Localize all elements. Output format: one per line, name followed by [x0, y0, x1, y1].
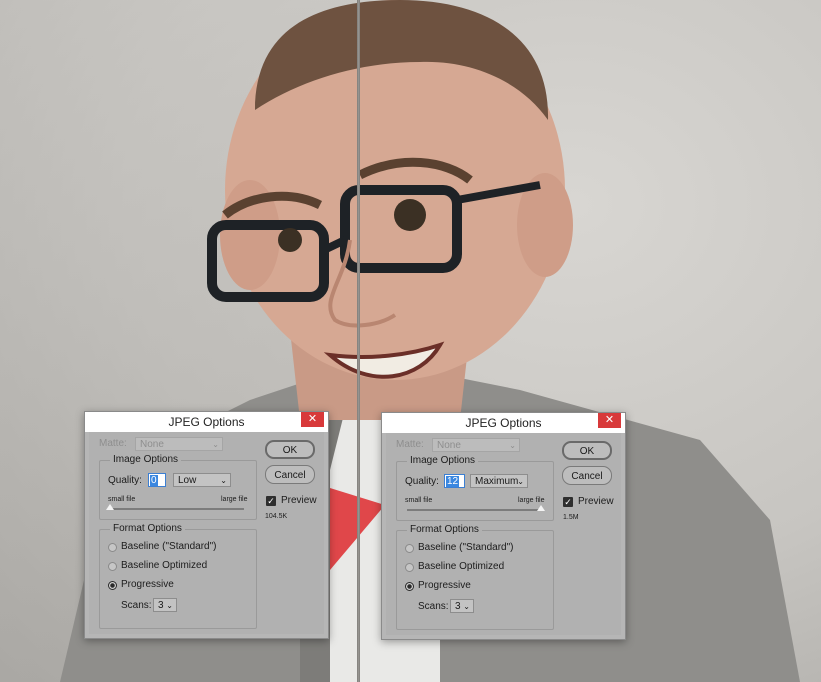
quality-label: Quality: [108, 475, 142, 486]
chevron-down-icon: ⌄ [212, 440, 219, 449]
dialog-body: Matte: None ⌄ Image Options Quality: 12 … [386, 433, 621, 635]
format-options-legend: Format Options [110, 523, 185, 534]
chevron-down-icon: ⌄ [463, 602, 470, 611]
cancel-label: Cancel [274, 470, 306, 481]
close-icon: ✕ [604, 414, 615, 426]
chevron-down-icon: ⌄ [166, 601, 173, 610]
matte-value: None [437, 440, 461, 451]
format-options-group: Format Options Baseline ("Standard") Bas… [396, 524, 554, 630]
format-options-group: Format Options Baseline ("Standard") Bas… [99, 523, 257, 629]
dialog-title: JPEG Options [168, 415, 245, 429]
cancel-button[interactable]: Cancel [265, 465, 315, 484]
large-file-label: large file [221, 496, 248, 503]
baseline-optimized-label: Baseline Optimized [418, 561, 505, 572]
jpeg-options-dialog-maximum: JPEG Options ✕ Matte: None ⌄ Image Optio… [381, 412, 626, 640]
ok-button[interactable]: OK [265, 440, 315, 459]
image-options-group: Image Options Quality: 12 Maximum ⌄ smal… [396, 455, 554, 521]
scans-select[interactable]: 3 ⌄ [450, 599, 474, 613]
quality-value: 12 [446, 476, 460, 487]
scans-label: Scans: [121, 600, 152, 611]
quality-input[interactable]: 0 [148, 473, 166, 487]
scans-label: Scans: [418, 601, 449, 612]
quality-slider-thumb[interactable] [537, 505, 545, 511]
quality-preset-select[interactable]: Low ⌄ [173, 473, 231, 487]
quality-value: 0 [150, 475, 158, 486]
file-size-readout: 104.5K [265, 513, 288, 520]
small-file-label: small file [108, 496, 136, 503]
scans-select[interactable]: 3 ⌄ [153, 598, 177, 612]
chevron-down-icon: ⌄ [220, 476, 227, 485]
dialog-titlebar[interactable]: JPEG Options ✕ [382, 413, 625, 433]
cancel-label: Cancel [571, 471, 603, 482]
checkmark-icon: ✓ [267, 496, 275, 506]
ok-button[interactable]: OK [562, 441, 612, 460]
split-divider [357, 0, 360, 682]
radio-progressive[interactable] [108, 581, 117, 590]
matte-value: None [140, 439, 164, 450]
matte-label: Matte: [396, 439, 424, 450]
jpeg-options-dialog-low: JPEG Options ✕ Matte: None ⌄ Image Optio… [84, 411, 329, 639]
preview-checkbox[interactable]: ✓ [563, 497, 573, 507]
dialog-title: JPEG Options [465, 416, 542, 430]
progressive-label: Progressive [121, 579, 174, 590]
image-options-group: Image Options Quality: 0 Low ⌄ small fil… [99, 454, 257, 520]
preview-checkbox[interactable]: ✓ [266, 496, 276, 506]
dialog-body: Matte: None ⌄ Image Options Quality: 0 L… [89, 432, 324, 634]
checkmark-icon: ✓ [564, 497, 572, 507]
matte-label: Matte: [99, 438, 127, 449]
matte-select: None ⌄ [135, 437, 223, 451]
radio-baseline-optimized[interactable] [108, 562, 117, 571]
close-button[interactable]: ✕ [598, 413, 621, 428]
quality-slider-track[interactable] [110, 508, 244, 510]
scans-value: 3 [455, 601, 461, 612]
quality-slider-track[interactable] [407, 509, 541, 511]
small-file-label: small file [405, 497, 433, 504]
cancel-button[interactable]: Cancel [562, 466, 612, 485]
radio-progressive[interactable] [405, 582, 414, 591]
file-size-readout: 1.5M [563, 514, 579, 521]
radio-baseline-optimized[interactable] [405, 563, 414, 572]
scans-value: 3 [158, 600, 164, 611]
format-options-legend: Format Options [407, 524, 482, 535]
progressive-label: Progressive [418, 580, 471, 591]
baseline-optimized-label: Baseline Optimized [121, 560, 208, 571]
close-button[interactable]: ✕ [301, 412, 324, 427]
dialog-titlebar[interactable]: JPEG Options ✕ [85, 412, 328, 432]
preview-label: Preview [281, 495, 317, 506]
ok-label: OK [579, 446, 595, 457]
baseline-standard-label: Baseline ("Standard") [418, 542, 514, 553]
chevron-down-icon: ⌄ [509, 441, 516, 450]
radio-baseline-standard[interactable] [108, 543, 117, 552]
preview-label: Preview [578, 496, 614, 507]
large-file-label: large file [518, 497, 545, 504]
matte-select: None ⌄ [432, 438, 520, 452]
chevron-down-icon: ⌄ [517, 477, 524, 486]
quality-preset-value: Maximum [475, 476, 519, 487]
quality-preset-select[interactable]: Maximum ⌄ [470, 474, 528, 488]
radio-baseline-standard[interactable] [405, 544, 414, 553]
quality-input[interactable]: 12 [444, 474, 465, 488]
image-options-legend: Image Options [407, 455, 479, 466]
baseline-standard-label: Baseline ("Standard") [121, 541, 217, 552]
quality-preset-value: Low [178, 475, 197, 486]
close-icon: ✕ [307, 413, 318, 425]
ok-label: OK [282, 445, 298, 456]
image-options-legend: Image Options [110, 454, 182, 465]
quality-label: Quality: [405, 476, 439, 487]
quality-slider-thumb[interactable] [106, 504, 114, 510]
